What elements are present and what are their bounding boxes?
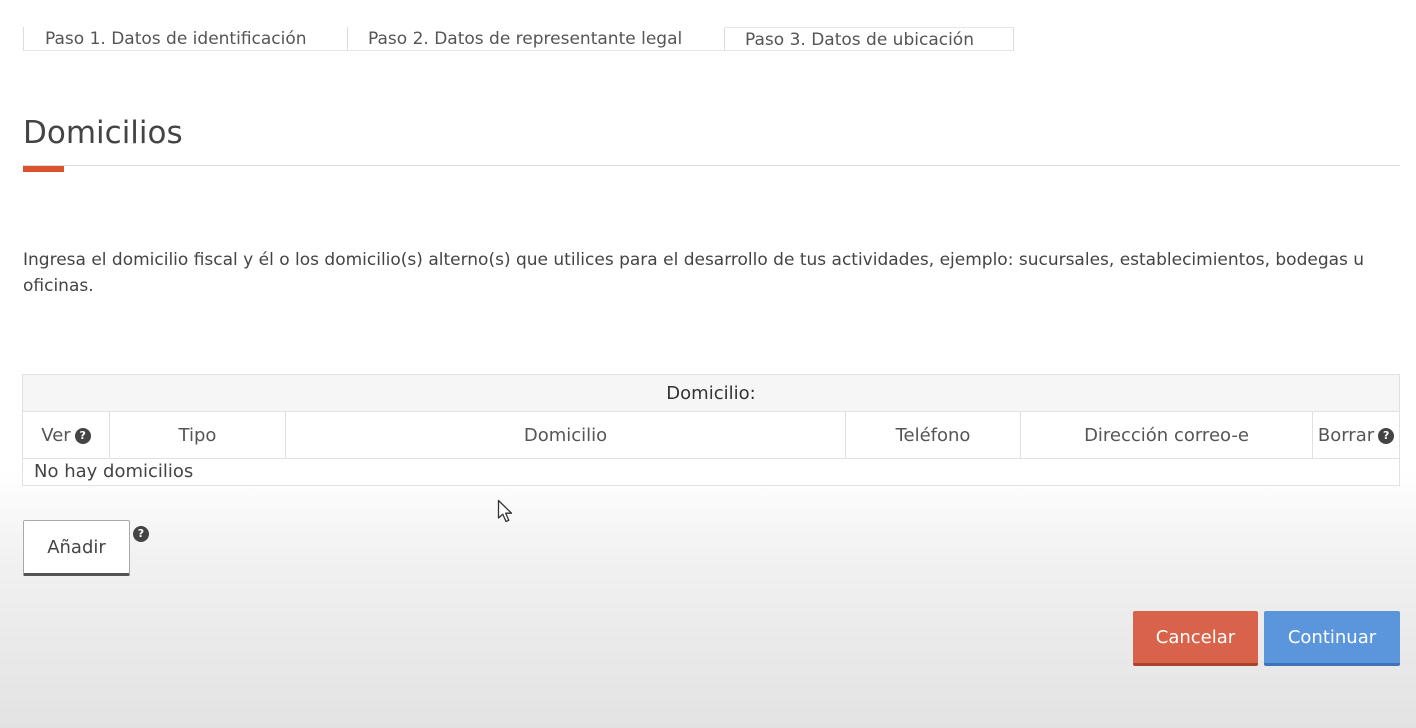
- table-header-row: Ver? Tipo Domicilio Teléfono Dirección c…: [22, 411, 1400, 459]
- page-title: Domicilios: [23, 115, 183, 151]
- continue-button[interactable]: Continuar: [1264, 611, 1400, 666]
- step-tab-location[interactable]: Paso 3. Datos de ubicación: [724, 27, 1014, 51]
- help-icon[interactable]: ?: [133, 526, 149, 542]
- column-header-domicilio: Domicilio: [285, 411, 846, 459]
- empty-table-message: No hay domicilios: [22, 458, 1400, 486]
- column-header-borrar: Borrar?: [1312, 411, 1400, 459]
- table-caption-row: Domicilio:: [22, 374, 1400, 412]
- column-header-email: Dirección correo-e: [1020, 411, 1313, 459]
- section-description: Ingresa el domicilio fiscal y él o los d…: [23, 250, 1365, 296]
- help-icon[interactable]: ?: [74, 427, 91, 444]
- cancel-button[interactable]: Cancelar: [1133, 611, 1258, 666]
- table-caption: Domicilio:: [22, 374, 1400, 412]
- step-tabs: Paso 1. Datos de identificación Paso 2. …: [23, 27, 1014, 51]
- addresses-table: Domicilio: Ver? Tipo Domicilio Teléfono …: [22, 374, 1400, 486]
- step-tab-identification[interactable]: Paso 1. Datos de identificación: [23, 27, 347, 51]
- column-header-borrar-label: Borrar: [1317, 424, 1375, 446]
- step-tab-legal-representative[interactable]: Paso 2. Datos de representante legal: [347, 27, 724, 51]
- add-address-button[interactable]: Añadir: [23, 520, 130, 576]
- help-icon[interactable]: ?: [1378, 427, 1395, 444]
- column-header-ver: Ver?: [22, 411, 110, 459]
- column-header-tipo: Tipo: [109, 411, 286, 459]
- title-divider: [23, 165, 1400, 166]
- mouse-cursor-icon: [497, 499, 513, 523]
- table-row: No hay domicilios: [22, 458, 1400, 486]
- title-accent-bar: [23, 166, 64, 172]
- column-header-telefono: Teléfono: [845, 411, 1021, 459]
- column-header-ver-label: Ver: [41, 424, 71, 446]
